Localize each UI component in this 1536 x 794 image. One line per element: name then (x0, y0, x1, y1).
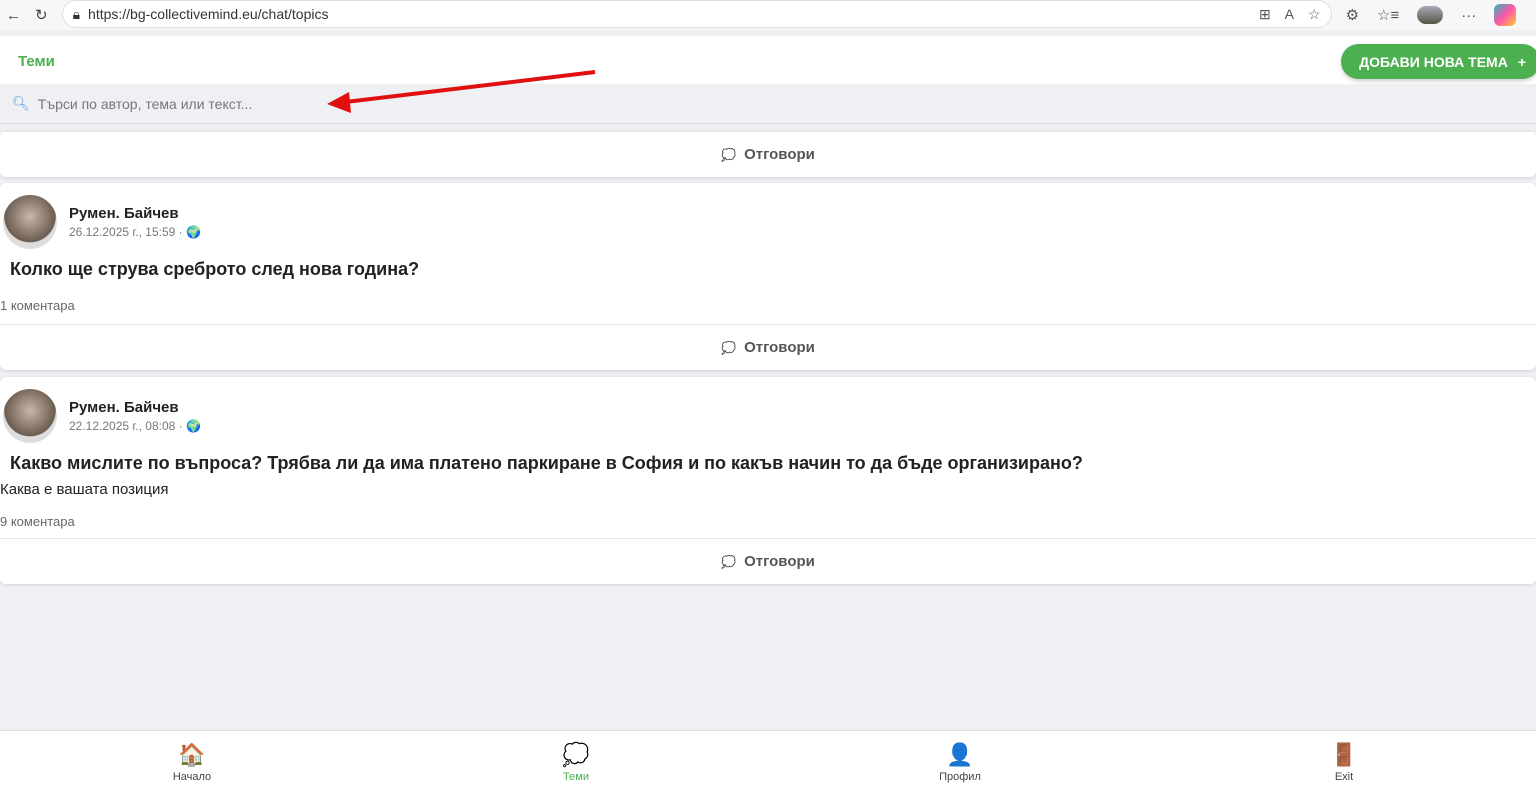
search-input[interactable]: 🔍︎ Търси по автор, тема или текст... (0, 84, 1536, 124)
favorite-star-icon[interactable]: ☆ (1308, 6, 1321, 23)
nav-profile[interactable]: 👤 Профил (768, 731, 1152, 794)
nav-label: Теми (563, 771, 589, 783)
nav-label: Профил (939, 771, 981, 783)
read-aloud-icon[interactable]: A (1285, 6, 1294, 23)
reply-label: Отговори (744, 146, 815, 163)
topic-card-previous: 💭 Отговори (0, 131, 1536, 177)
nav-exit[interactable]: 🚪 Exit (1152, 731, 1536, 794)
lock-icon: 🔒︎ (73, 6, 80, 23)
comment-count[interactable]: 1 коментара (0, 298, 75, 313)
reply-label: Отговори (744, 553, 815, 570)
post-date: 22.12.2025 г., 08:08 · (69, 419, 183, 433)
more-icon[interactable]: ··· (1461, 7, 1476, 24)
author-name[interactable]: Румен. Байчев (69, 399, 179, 416)
topic-card: Румен. Байчев 22.12.2025 г., 08:08 · 🌍 К… (0, 377, 1536, 584)
bottom-nav: 🏠 Начало 💭 Теми 👤 Профил 🚪 Exit (0, 730, 1536, 794)
comment-count[interactable]: 9 коментара (0, 514, 75, 529)
copilot-icon[interactable] (1494, 4, 1516, 26)
page-header: Теми ДОБАВИ НОВА ТЕМА + (0, 36, 1536, 84)
speech-bubble-icon: 💭 (721, 555, 736, 569)
profile-avatar[interactable] (1417, 6, 1443, 24)
nav-topics[interactable]: 💭 Теми (384, 731, 768, 794)
add-topic-label: ДОБАВИ НОВА ТЕМА (1359, 54, 1508, 70)
nav-label: Начало (173, 771, 211, 783)
post-meta: 22.12.2025 г., 08:08 · 🌍 (69, 419, 201, 433)
globe-icon: 🌍 (186, 225, 201, 239)
url-text: https://bg-collectivemind.eu/chat/topics (88, 6, 328, 22)
house-icon: 🏠 (178, 743, 205, 767)
reply-button[interactable]: 💭 Отговори (0, 131, 1536, 177)
address-bar[interactable]: 🔒︎ https://bg-collectivemind.eu/chat/top… (62, 0, 1332, 28)
topic-card: Румен. Байчев 26.12.2025 г., 15:59 · 🌍 К… (0, 183, 1536, 370)
post-meta: 26.12.2025 г., 15:59 · 🌍 (69, 225, 201, 239)
add-topic-button[interactable]: ДОБАВИ НОВА ТЕМА + (1341, 44, 1536, 79)
browser-toolbar: ← ↻ 🔒︎ https://bg-collectivemind.eu/chat… (0, 0, 1536, 30)
nav-home[interactable]: 🏠 Начало (0, 731, 384, 794)
post-date: 26.12.2025 г., 15:59 · (69, 225, 183, 239)
author-avatar[interactable] (3, 389, 57, 443)
door-icon: 🚪 (1330, 743, 1357, 767)
topic-title[interactable]: Какво мислите по въпроса? Трябва ли да и… (10, 453, 1083, 474)
reply-button[interactable]: 💭 Отговори (0, 538, 1536, 584)
reload-icon[interactable]: ↻ (35, 6, 48, 24)
user-icon: 👤 (946, 743, 973, 767)
topic-title[interactable]: Колко ще струва среброто след нова годин… (10, 259, 419, 280)
topic-body: Каква е вашата позиция (0, 481, 169, 498)
author-name[interactable]: Румен. Байчев (69, 205, 179, 222)
app-icon[interactable]: ⊞ (1259, 6, 1271, 23)
back-icon[interactable]: ← (6, 7, 21, 24)
favorites-icon[interactable]: ☆≡ (1377, 6, 1399, 24)
search-placeholder: Търси по автор, тема или текст... (38, 96, 252, 112)
page-title: Теми (18, 53, 55, 70)
plus-icon: + (1518, 54, 1526, 70)
speech-bubble-icon: 💭 (721, 148, 736, 162)
speech-bubble-icon: 💭 (721, 341, 736, 355)
thought-bubble-icon: 💭 (562, 743, 589, 767)
author-avatar[interactable] (3, 195, 57, 249)
globe-icon: 🌍 (186, 419, 201, 433)
reply-button[interactable]: 💭 Отговори (0, 324, 1536, 370)
search-icon: 🔍︎ (12, 95, 30, 112)
extensions-icon[interactable]: ⚙ (1346, 6, 1359, 24)
nav-label: Exit (1335, 771, 1353, 783)
red-arrow-annotation (325, 68, 600, 113)
reply-label: Отговори (744, 339, 815, 356)
